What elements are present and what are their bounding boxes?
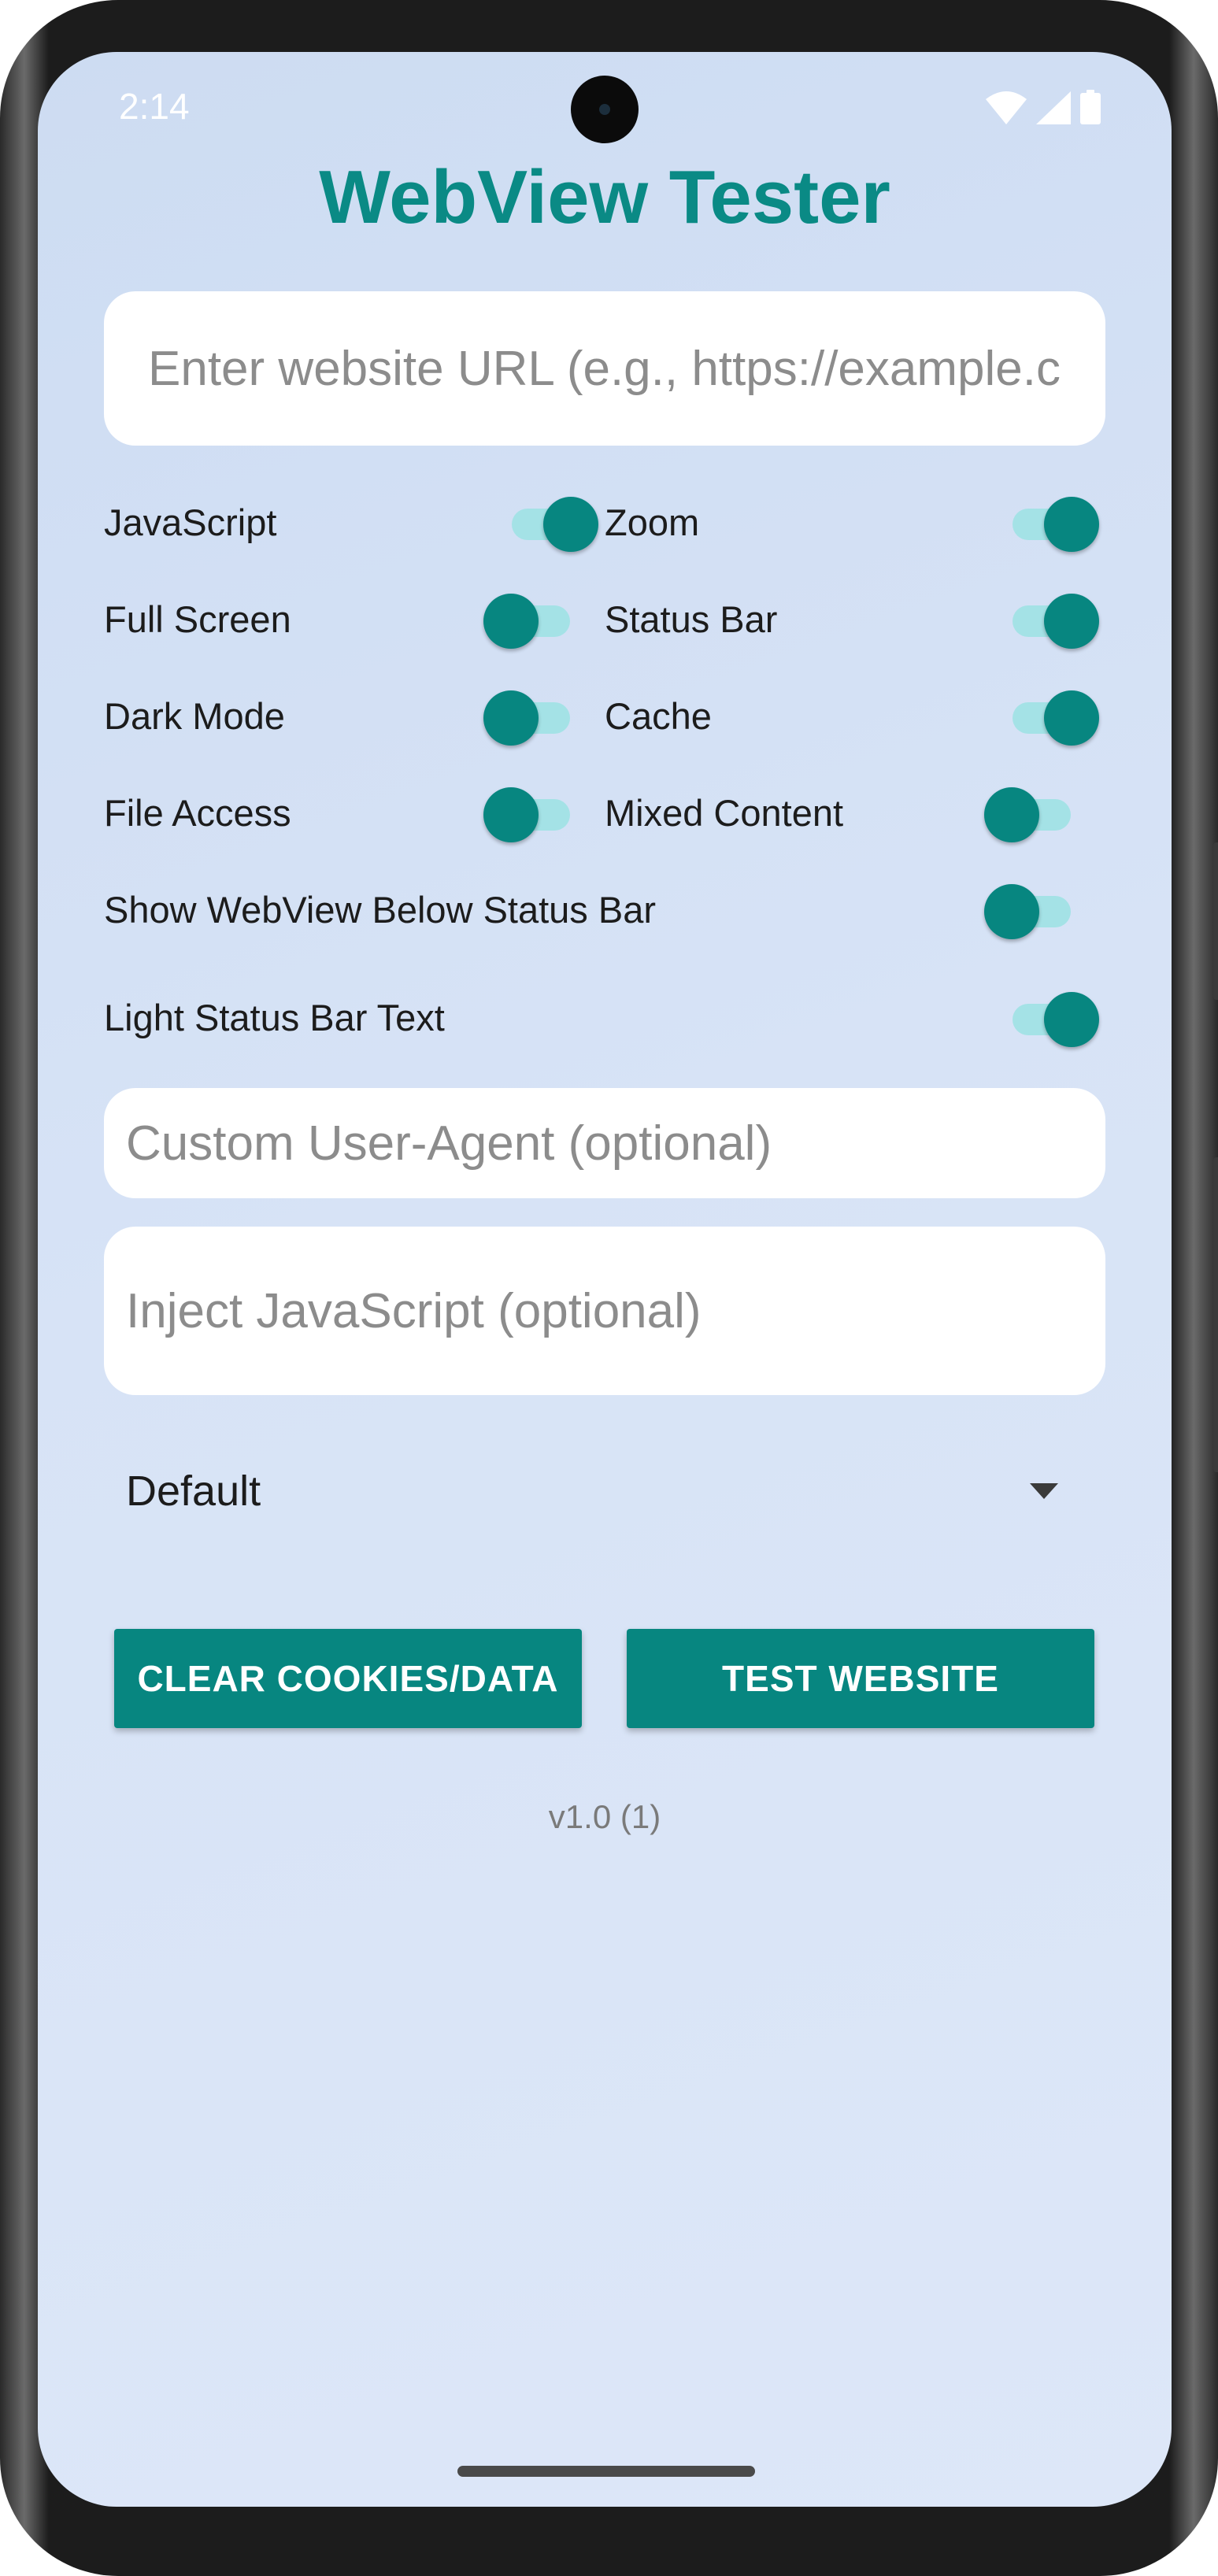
power-button	[1213, 842, 1218, 1000]
signal-icon	[1036, 91, 1071, 124]
toggle-cache[interactable]	[1005, 690, 1099, 746]
inject-javascript-input[interactable]: Inject JavaScript (optional)	[104, 1227, 1105, 1395]
url-input[interactable]: Enter website URL (e.g., https://example…	[104, 291, 1105, 446]
battery-icon	[1080, 90, 1101, 124]
toggle-full-screen[interactable]	[483, 594, 578, 649]
test-website-button[interactable]: TEST WEBSITE	[627, 1629, 1094, 1728]
option-label-zoom: Zoom	[605, 502, 700, 543]
toggle-light-status-bar-text[interactable]	[1005, 992, 1099, 1047]
option-label-light-status-bar-text: Light Status Bar Text	[104, 997, 445, 1038]
status-icons	[986, 90, 1101, 124]
home-indicator[interactable]	[457, 2466, 755, 2477]
toggle-file-access[interactable]	[483, 787, 578, 842]
option-label-full-screen: Full Screen	[104, 598, 291, 640]
option-label-dark-mode: Dark Mode	[104, 695, 285, 737]
screen: 2:14 WebView Tester Enter website URL (e…	[38, 52, 1172, 2507]
app-title: WebView Tester	[319, 155, 890, 239]
toggle-zoom[interactable]	[1005, 497, 1099, 552]
volume-button	[1213, 1157, 1218, 1472]
front-camera	[571, 76, 639, 143]
status-time: 2:14	[119, 86, 190, 127]
inject-javascript-placeholder: Inject JavaScript (optional)	[126, 1283, 702, 1338]
user-agent-input[interactable]: Custom User-Agent (optional)	[104, 1088, 1105, 1198]
option-label-webview-below-status-bar: Show WebView Below Status Bar	[104, 889, 657, 931]
option-label-cache: Cache	[605, 695, 712, 737]
clear-cookies-button[interactable]: CLEAR COOKIES/DATA	[114, 1629, 582, 1728]
mode-dropdown[interactable]: Default	[104, 1444, 1105, 1538]
option-label-mixed-content: Mixed Content	[605, 792, 844, 834]
wifi-icon	[986, 91, 1027, 124]
toggle-status-bar[interactable]	[1005, 594, 1099, 649]
user-agent-placeholder: Custom User-Agent (optional)	[126, 1116, 772, 1171]
toggle-webview-below-status-bar[interactable]	[984, 884, 1079, 939]
dropdown-selected-value: Default	[126, 1468, 261, 1515]
dropdown-arrow-icon	[1030, 1483, 1058, 1499]
toggle-mixed-content[interactable]	[984, 787, 1079, 842]
option-label-javascript: JavaScript	[104, 502, 277, 543]
option-label-file-access: File Access	[104, 792, 291, 834]
phone-frame: 2:14 WebView Tester Enter website URL (e…	[0, 0, 1218, 2576]
option-label-status-bar: Status Bar	[605, 598, 778, 640]
version-label: v1.0 (1)	[548, 1798, 661, 1835]
toggle-javascript[interactable]	[504, 497, 598, 552]
toggle-dark-mode[interactable]	[483, 690, 578, 746]
url-placeholder: Enter website URL (e.g., https://example…	[148, 341, 1061, 396]
